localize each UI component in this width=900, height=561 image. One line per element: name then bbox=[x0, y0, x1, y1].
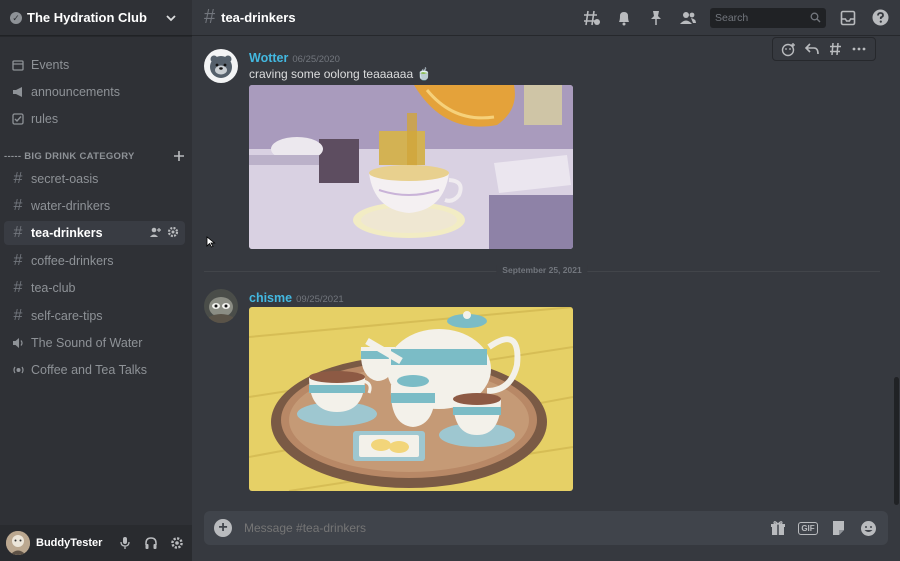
channel-title: tea-drinkers bbox=[221, 10, 296, 25]
server-name: The Hydration Club bbox=[27, 10, 147, 25]
gift-icon[interactable] bbox=[768, 518, 788, 538]
hash-icon: # bbox=[13, 307, 23, 324]
channel-the-sound-of-water[interactable]: The Sound of Water bbox=[4, 331, 185, 355]
author-name[interactable]: chisme bbox=[249, 291, 292, 305]
gif-label: GIF bbox=[798, 521, 818, 535]
channel-label: Coffee and Tea Talks bbox=[31, 363, 148, 377]
checkbox-icon bbox=[11, 112, 25, 126]
channel-announcements[interactable]: announcements bbox=[4, 80, 185, 104]
timestamp: 06/25/2020 bbox=[292, 54, 340, 65]
hash-icon: # bbox=[13, 197, 23, 214]
channel-label: Events bbox=[31, 58, 70, 72]
channel-secret-oasis[interactable]: # secret-oasis bbox=[4, 167, 185, 191]
help-icon[interactable] bbox=[870, 8, 890, 28]
search-placeholder: Search bbox=[715, 11, 749, 24]
message-header: Wotter 06/25/2020 bbox=[249, 49, 340, 67]
channel-coffee-drinkers[interactable]: # coffee-drinkers bbox=[4, 249, 185, 273]
gif-button[interactable]: GIF bbox=[798, 518, 818, 538]
category-big-drink[interactable]: ----- BIG DRINK CATEGORY bbox=[4, 149, 185, 163]
reply-icon[interactable] bbox=[804, 41, 820, 57]
date-divider: September 25, 2021 bbox=[204, 265, 880, 275]
verified-icon: ✓ bbox=[10, 11, 22, 24]
server-header[interactable]: ✓ The Hydration Club bbox=[0, 0, 192, 36]
speaker-icon bbox=[11, 336, 25, 350]
hash-icon: # bbox=[13, 252, 23, 269]
chevron-down-icon bbox=[166, 14, 176, 21]
messages-list: Wotter 06/25/2020 craving some oolong tea… bbox=[192, 37, 892, 507]
settings-gear-icon[interactable] bbox=[168, 534, 186, 552]
avatar[interactable] bbox=[204, 289, 238, 323]
add-channel-icon[interactable] bbox=[173, 150, 185, 162]
channel-label: tea-club bbox=[31, 281, 76, 295]
channel-label: coffee-drinkers bbox=[31, 254, 114, 268]
search-icon bbox=[810, 12, 821, 23]
upload-plus-icon[interactable]: + bbox=[214, 519, 232, 537]
microphone-icon[interactable] bbox=[116, 534, 134, 552]
channel-events[interactable]: Events bbox=[4, 53, 185, 77]
hash-icon: # bbox=[13, 224, 23, 241]
members-icon[interactable] bbox=[678, 8, 698, 28]
inbox-icon[interactable] bbox=[838, 8, 858, 28]
image-attachment[interactable] bbox=[249, 85, 573, 249]
add-reaction-icon[interactable] bbox=[781, 41, 797, 57]
avatar[interactable] bbox=[6, 531, 30, 555]
create-thread-icon[interactable] bbox=[828, 41, 844, 57]
message-header: chisme 09/25/2021 bbox=[249, 289, 344, 307]
bell-icon[interactable] bbox=[614, 8, 634, 28]
channel-label: rules bbox=[31, 112, 59, 126]
stage-icon bbox=[11, 363, 25, 377]
channel-tea-drinkers[interactable]: # tea-drinkers bbox=[4, 221, 185, 245]
more-options-icon[interactable] bbox=[851, 41, 867, 57]
channel-label: secret-oasis bbox=[31, 172, 99, 186]
calendar-icon bbox=[11, 58, 25, 72]
message-composer: + GIF bbox=[204, 511, 888, 545]
invite-icon[interactable] bbox=[149, 226, 161, 238]
channel-rules[interactable]: rules bbox=[4, 107, 185, 131]
scrollbar-thumb[interactable] bbox=[894, 377, 899, 505]
timestamp: 09/25/2021 bbox=[296, 294, 344, 305]
channel-label: announcements bbox=[31, 85, 120, 99]
user-panel: BuddyTester bbox=[0, 525, 192, 561]
threads-icon[interactable] bbox=[582, 8, 602, 28]
category-label: ----- BIG DRINK CATEGORY bbox=[4, 150, 135, 162]
channel-coffee-and-tea-talks[interactable]: Coffee and Tea Talks bbox=[4, 358, 185, 382]
image-attachment[interactable] bbox=[249, 307, 573, 491]
search-input[interactable]: Search bbox=[710, 7, 826, 28]
message-actions-toolbar bbox=[772, 37, 876, 61]
pin-icon[interactable] bbox=[646, 8, 666, 28]
message-input[interactable] bbox=[244, 521, 758, 535]
megaphone-icon bbox=[11, 85, 25, 99]
message-text: craving some oolong teaaaaaa 🍵 bbox=[249, 67, 432, 81]
channel-tea-club[interactable]: # tea-club bbox=[4, 276, 185, 300]
channel-label: The Sound of Water bbox=[31, 336, 143, 350]
hash-icon: # bbox=[13, 170, 23, 187]
channel-self-care-tips[interactable]: # self-care-tips bbox=[4, 304, 185, 328]
emoji-icon[interactable] bbox=[858, 518, 878, 538]
gear-icon[interactable] bbox=[167, 226, 179, 238]
author-name[interactable]: Wotter bbox=[249, 51, 288, 65]
hash-icon: # bbox=[13, 279, 23, 296]
channel-label: self-care-tips bbox=[31, 309, 103, 323]
headphones-icon[interactable] bbox=[142, 534, 160, 552]
channel-water-drinkers[interactable]: # water-drinkers bbox=[4, 194, 185, 218]
channel-label: water-drinkers bbox=[31, 199, 111, 213]
channel-sidebar: ✓ The Hydration Club Events announcement… bbox=[0, 0, 192, 561]
sticker-icon[interactable] bbox=[828, 518, 848, 538]
channel-header: # tea-drinkers Search bbox=[192, 0, 900, 36]
mouse-cursor-icon bbox=[206, 236, 216, 248]
divider-date: September 25, 2021 bbox=[496, 265, 588, 275]
main-panel: # tea-drinkers Search Wotter 06/25/2020 bbox=[192, 0, 900, 561]
avatar[interactable] bbox=[204, 49, 238, 83]
hash-icon: # bbox=[204, 6, 216, 28]
scrollbar[interactable] bbox=[892, 37, 900, 507]
channel-label: tea-drinkers bbox=[31, 226, 103, 240]
username: BuddyTester bbox=[36, 537, 103, 549]
